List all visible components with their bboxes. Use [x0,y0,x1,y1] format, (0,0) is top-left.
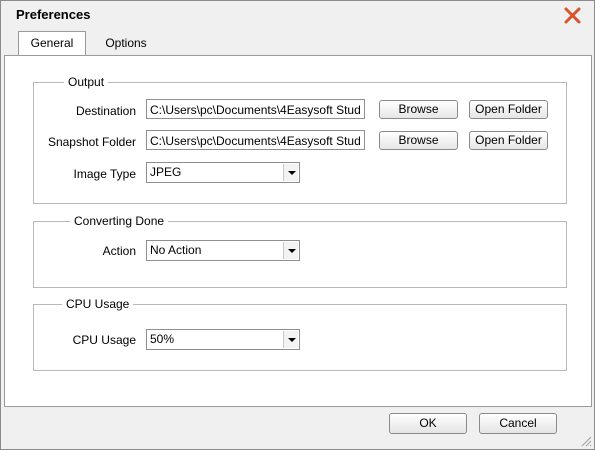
title-bar: Preferences [1,1,594,30]
cpu-usage-label: CPU Usage [72,333,136,347]
destination-label: Destination [75,104,136,118]
general-tab-panel: Output Destination C:\Users\pc\Documents… [4,55,592,407]
tab-options[interactable]: Options [93,33,159,53]
destination-browse-button[interactable]: Browse [379,100,458,119]
snapshot-folder-label: Snapshot Folder [47,135,136,149]
preferences-dialog: Preferences General Options Output Desti… [0,0,595,450]
cpu-usage-group-title: CPU Usage [62,297,134,311]
snapshot-browse-button[interactable]: Browse [379,131,458,150]
ok-button[interactable]: OK [389,413,467,434]
cancel-button[interactable]: Cancel [479,413,557,434]
close-button[interactable] [562,6,584,26]
converting-done-group-title: Converting Done [70,214,169,228]
tab-bar: General Options [1,30,594,56]
image-type-value: JPEG [150,165,182,179]
tab-general[interactable]: General [18,31,86,55]
chevron-down-icon[interactable] [283,331,298,348]
close-icon [564,7,581,24]
image-type-label: Image Type [73,167,136,181]
destination-field[interactable]: C:\Users\pc\Documents\4Easysoft Stud [146,99,365,119]
output-group: Output Destination C:\Users\pc\Documents… [33,75,567,204]
converting-done-group: Converting Done Action No Action [33,214,567,288]
snapshot-folder-field[interactable]: C:\Users\pc\Documents\4Easysoft Stud [146,130,365,150]
output-group-title: Output [64,75,109,89]
cpu-usage-group: CPU Usage CPU Usage 50% [33,297,567,371]
cpu-usage-value: 50% [150,332,175,346]
action-select[interactable]: No Action [146,240,300,261]
cpu-usage-select[interactable]: 50% [146,329,300,350]
resize-grip-icon[interactable] [580,435,592,447]
action-label: Action [102,244,136,258]
image-type-select[interactable]: JPEG [146,162,300,183]
chevron-down-icon[interactable] [283,164,298,181]
action-value: No Action [150,243,202,257]
snapshot-open-folder-button[interactable]: Open Folder [469,131,548,150]
chevron-down-icon[interactable] [283,242,298,259]
dialog-title: Preferences [16,7,91,22]
destination-open-folder-button[interactable]: Open Folder [469,100,548,119]
